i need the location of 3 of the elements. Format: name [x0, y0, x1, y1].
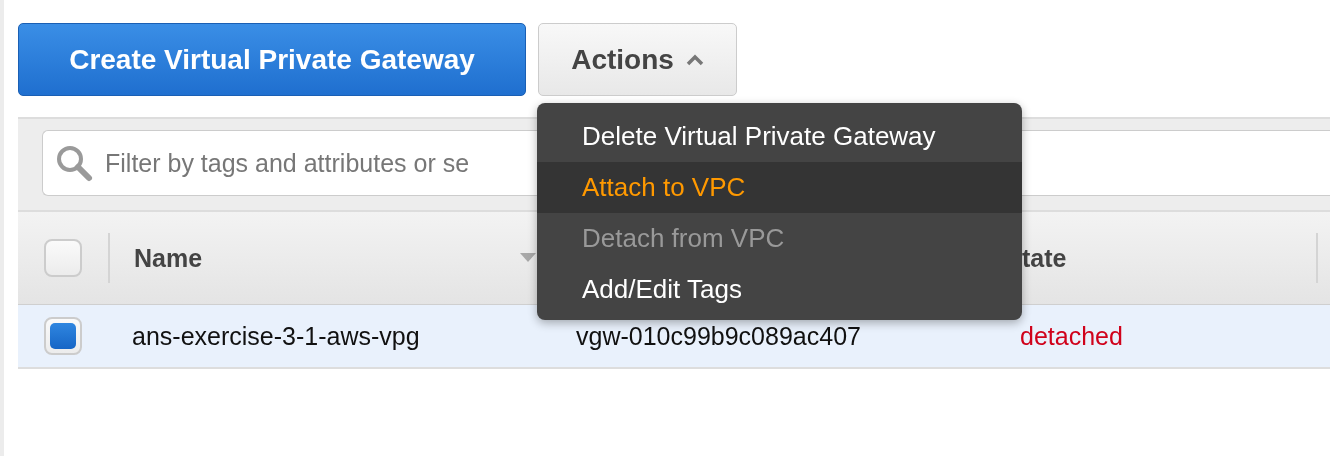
table-cell: ans-exercise-3-1-aws-vpg [132, 321, 420, 351]
status-text: detached [1020, 321, 1123, 351]
table-cell: vgw-010c99b9c089ac407 [576, 321, 861, 351]
